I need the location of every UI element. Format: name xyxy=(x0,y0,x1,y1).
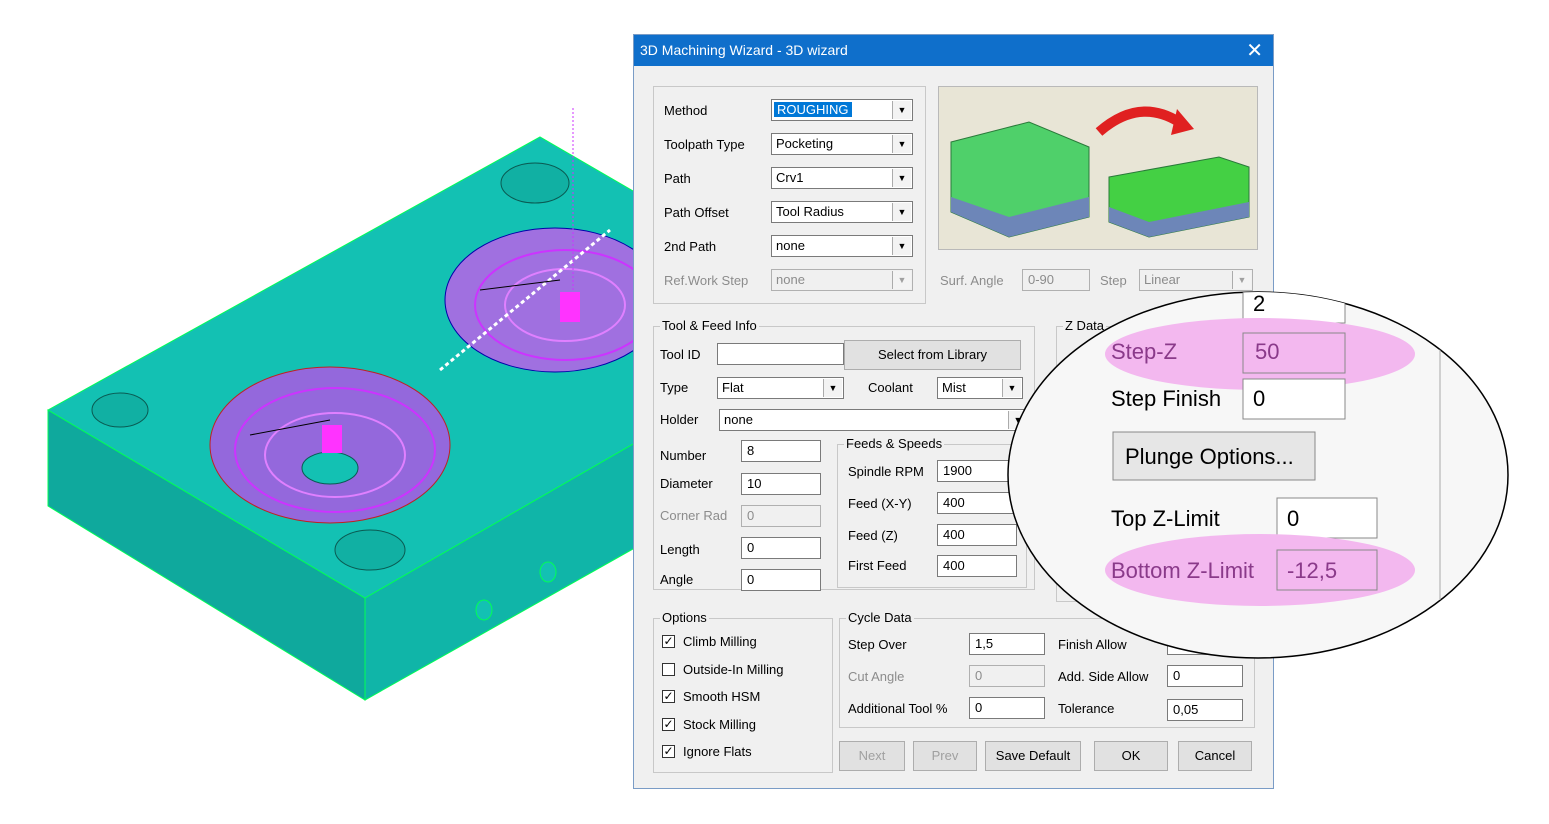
magnifier-callout xyxy=(1007,291,1509,659)
step-z-label: Step-Z xyxy=(1111,339,1178,364)
top-z-limit-input[interactable]: 0 xyxy=(1287,506,1299,532)
bottom-z-limit-input[interactable]: -12,5 xyxy=(1287,558,1337,584)
top-z-limit-label: Top Z-Limit xyxy=(1111,506,1220,531)
plunge-options-button[interactable]: Plunge Options... xyxy=(1125,444,1294,470)
step-z-input[interactable]: 50 xyxy=(1255,339,1279,365)
step-finish-label: Step Finish xyxy=(1111,386,1222,411)
partial-value: 2 xyxy=(1253,291,1266,316)
step-finish-input[interactable]: 0 xyxy=(1253,386,1265,412)
bottom-z-limit-label: Bottom Z-Limit xyxy=(1111,558,1255,583)
